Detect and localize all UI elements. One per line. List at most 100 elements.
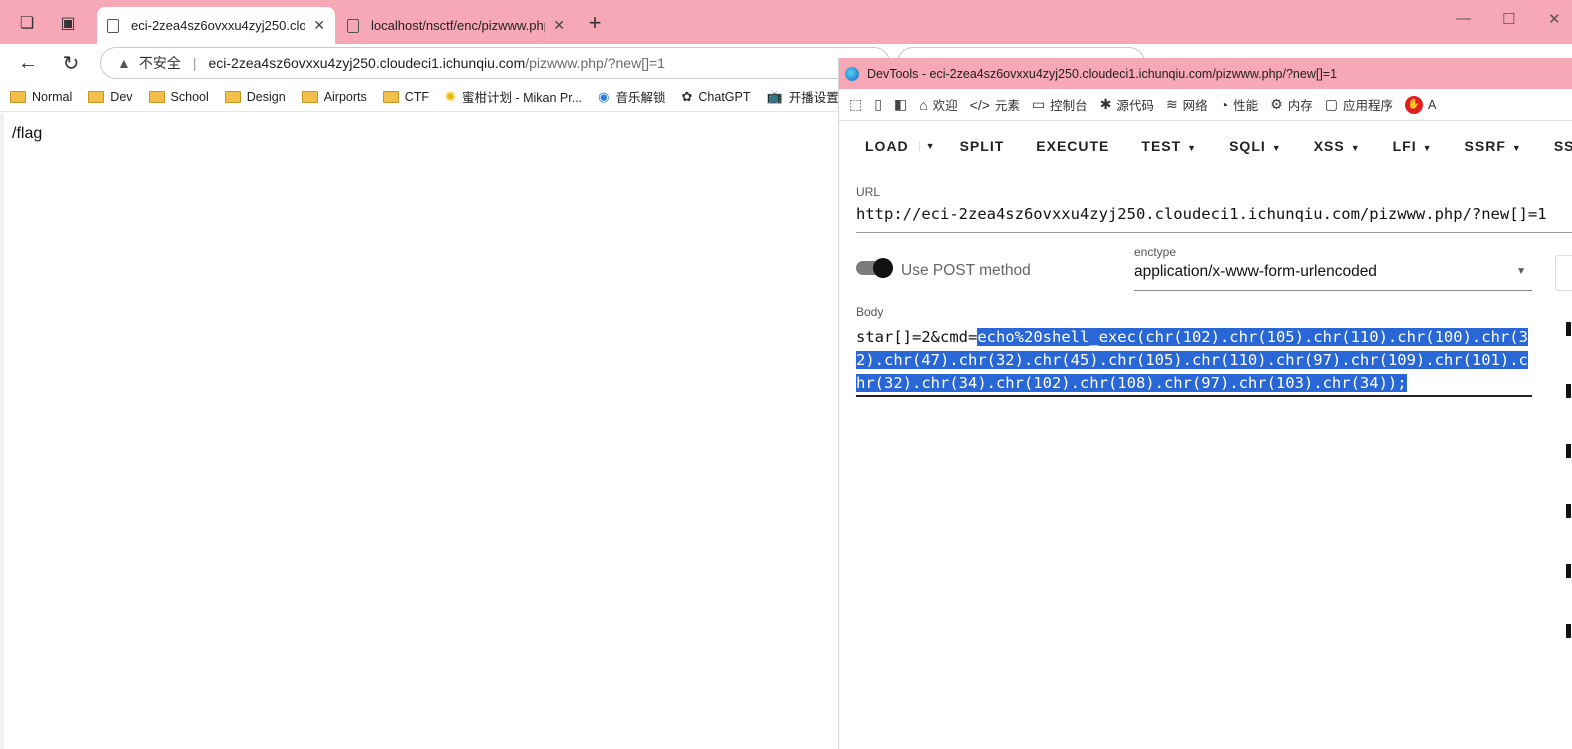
bookmark-folder[interactable]: CTF xyxy=(382,89,430,104)
minimize-icon[interactable]: — xyxy=(1456,10,1471,27)
edge-logo-icon xyxy=(845,66,859,81)
bookmark-folder[interactable]: Airports xyxy=(301,89,367,104)
menu-label: SQLI xyxy=(1229,138,1266,154)
sqli-menu[interactable]: SQLI ▼ xyxy=(1229,138,1282,154)
tab-label: 源代码 xyxy=(1116,99,1154,113)
menu-label: TEST xyxy=(1141,138,1182,154)
enctype-select[interactable]: application/x-www-form-urlencoded ▼ xyxy=(1134,263,1532,291)
post-method-toggle[interactable] xyxy=(856,258,893,278)
insecure-label: 不安全 xyxy=(138,55,181,71)
tab-welcome[interactable]: ⌂ 欢迎 xyxy=(919,95,957,114)
folder-icon xyxy=(148,90,165,103)
caret-down-icon: ▼ xyxy=(1271,143,1282,153)
side-panel-button[interactable] xyxy=(1555,255,1572,291)
tab-elements[interactable]: </> 元素 xyxy=(970,95,1020,114)
bookmark-label: CTF xyxy=(404,89,430,104)
load-button[interactable]: LOAD xyxy=(865,138,909,154)
ssrf-menu[interactable]: SSRF ▼ xyxy=(1465,138,1522,154)
bookmark-label: Airports xyxy=(323,89,367,104)
bookmark-folder[interactable]: School xyxy=(148,89,209,104)
tab-title: localhost/nsctf/enc/pizwww.php/?new[]=1 xyxy=(371,18,545,33)
inspect-icon[interactable]: ⬚ xyxy=(849,96,862,113)
bookmark-link[interactable]: ✿ ChatGPT xyxy=(682,89,751,105)
tab-console[interactable]: ▭ 控制台 xyxy=(1032,95,1088,114)
xss-menu[interactable]: XSS ▼ xyxy=(1314,138,1361,154)
devtools-tabbar: ⬚ ▯ ◧ ⌂ 欢迎 </> 元素 ▭ 控制台 ✱ 源代码 ≋ 网络 ◔ 性能 ⚙ 内存 ▢ 应… xyxy=(839,89,1572,121)
split-button[interactable]: SPLIT xyxy=(960,138,1005,154)
caret-down-icon: ▼ xyxy=(1350,143,1361,153)
caret-down-icon: ▼ xyxy=(1422,143,1433,153)
load-dropdown-icon[interactable]: ▼ xyxy=(918,141,936,151)
close-tab-icon[interactable]: ✕ xyxy=(313,17,325,34)
back-button[interactable]: ← xyxy=(15,50,41,76)
folder-icon xyxy=(301,90,318,103)
body-label: Body xyxy=(856,305,884,319)
body-textarea[interactable]: star[]=2&cmd=echo%20shell_exec(chr(102).… xyxy=(856,326,1532,397)
workspaces-icon[interactable]: ❏ xyxy=(16,12,38,34)
bookmark-link[interactable]: ✺ 蜜柑计划 - Mikan Pr... xyxy=(445,87,582,106)
folder-icon xyxy=(224,90,241,103)
menu-label: SSRF xyxy=(1464,138,1506,154)
tv-icon: 📺 xyxy=(766,88,783,104)
url-path: /pizwww.php/?new[]=1 xyxy=(525,55,665,71)
bookmark-link[interactable]: 📺 开播设置 - xyxy=(767,87,847,106)
tab-hackbar[interactable]: ✋ A xyxy=(1405,95,1437,114)
tab-title: eci-2zea4sz6ovxxu4zyj250.cloudeci1.ichun… xyxy=(131,18,306,33)
console-icon: ▭ xyxy=(1031,96,1046,112)
tab-performance[interactable]: ◔ 性能 xyxy=(1220,95,1258,114)
dropdown-arrow-icon: ▼ xyxy=(1516,266,1526,277)
devtools-title: DevTools - eci-2zea4sz6ovxxu4zyj250.clou… xyxy=(867,66,1338,81)
menu-label: LFI xyxy=(1392,138,1417,154)
enctype-label: enctype xyxy=(1134,245,1177,259)
new-tab-button[interactable]: + xyxy=(583,10,607,36)
enctype-value: application/x-www-form-urlencoded xyxy=(1134,263,1377,280)
folder-icon xyxy=(88,90,105,103)
side-marker xyxy=(1566,444,1571,458)
tab-strip: ❏ ▣ eci-2zea4sz6ovxxu4zyj250.cloudeci1.i… xyxy=(0,0,1572,44)
bookmark-folder[interactable]: Design xyxy=(224,90,286,104)
body-prefix: star[]=2&cmd= xyxy=(856,328,978,346)
code-icon: </> xyxy=(969,96,990,113)
hackbar-menu: LOAD ▼ SPLIT EXECUTE TEST ▼ SQLI ▼ XSS ▼ LF… xyxy=(839,121,1572,171)
gauge-icon: ◔ xyxy=(1219,96,1229,113)
folder-icon xyxy=(10,90,26,103)
tab-network[interactable]: ≋ 网络 xyxy=(1166,95,1208,114)
post-method-label: Use POST method xyxy=(901,262,1031,279)
page-content: /flag xyxy=(0,113,838,749)
execute-button[interactable]: EXECUTE xyxy=(1036,138,1109,154)
tab-inactive[interactable]: localhost/nsctf/enc/pizwww.php/?new[]=1 … xyxy=(337,7,575,44)
bookmark-label: School xyxy=(170,89,209,104)
tab-application[interactable]: ▢ 应用程序 xyxy=(1325,95,1393,114)
url-host: eci-2zea4sz6ovxxu4zyj250.cloudeci1.ichun… xyxy=(208,55,526,71)
tab-active[interactable]: eci-2zea4sz6ovxxu4zyj250.cloudeci1.ichun… xyxy=(97,7,335,44)
page-icon xyxy=(107,18,119,33)
tab-label: 网络 xyxy=(1182,99,1208,113)
dock-icon[interactable]: ◧ xyxy=(894,96,907,113)
url-input[interactable]: http://eci-2zea4sz6ovxxu4zyj250.cloudeci… xyxy=(856,205,1572,233)
bookmark-link[interactable]: ◉ 音乐解锁 xyxy=(598,87,665,106)
close-window-icon[interactable]: ✕ xyxy=(1548,10,1561,28)
side-marker xyxy=(1566,624,1571,638)
hackbar-icon: ✋ xyxy=(1405,95,1423,114)
tab-sources[interactable]: ✱ 源代码 xyxy=(1100,95,1154,114)
close-tab-icon[interactable]: ✕ xyxy=(553,17,565,34)
caret-down-icon: ▼ xyxy=(1511,143,1522,153)
tab-label: A xyxy=(1428,97,1437,112)
ssti-menu[interactable]: SSTI xyxy=(1554,138,1572,154)
devtools-titlebar: DevTools - eci-2zea4sz6ovxxu4zyj250.clou… xyxy=(839,58,1572,89)
maximize-icon[interactable]: ☐ xyxy=(1502,10,1515,28)
bookmark-folder[interactable]: Normal xyxy=(10,90,72,104)
devtools-window: DevTools - eci-2zea4sz6ovxxu4zyj250.clou… xyxy=(838,58,1572,749)
address-bar[interactable]: ▲ 不安全 | eci-2zea4sz6ovxxu4zyj250.cloudec… xyxy=(100,47,890,79)
side-marker xyxy=(1566,564,1571,578)
bookmark-folder[interactable]: Dev xyxy=(88,90,133,104)
tab-label: 内存 xyxy=(1287,99,1313,113)
device-icon[interactable]: ▯ xyxy=(874,96,882,113)
vertical-tabs-icon[interactable]: ▣ xyxy=(57,12,79,34)
lfi-menu[interactable]: LFI ▼ xyxy=(1393,138,1433,154)
test-menu[interactable]: TEST ▼ xyxy=(1141,138,1197,154)
bookmark-label: ChatGPT xyxy=(698,89,751,104)
reload-button[interactable]: ↻ xyxy=(58,50,84,76)
side-marker xyxy=(1566,384,1571,398)
tab-memory[interactable]: ⚙ 内存 xyxy=(1270,95,1313,114)
